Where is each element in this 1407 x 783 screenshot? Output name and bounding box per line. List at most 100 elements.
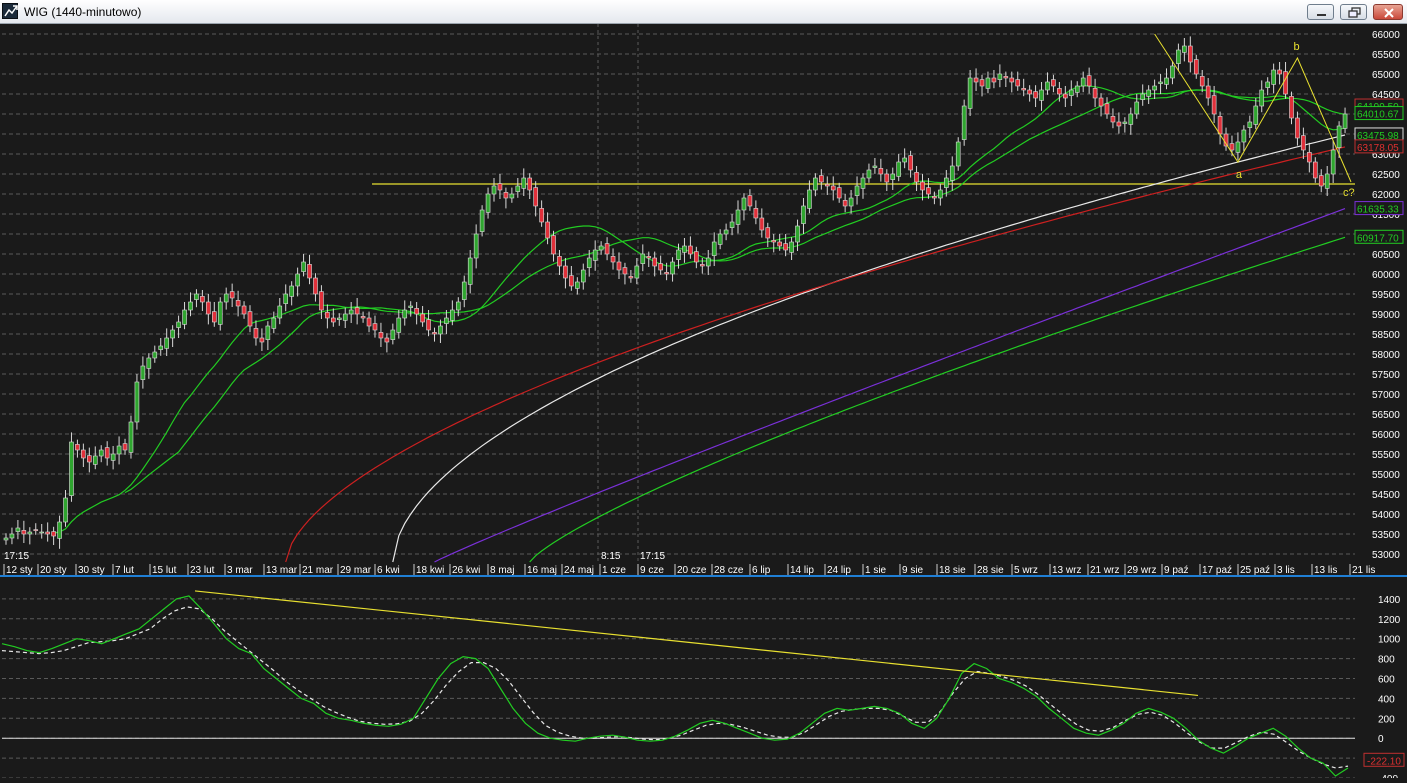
candle-up — [866, 169, 872, 179]
candle-up — [283, 293, 289, 304]
candle-down — [604, 243, 610, 255]
osc-tick-label: 1000 — [1378, 635, 1401, 646]
osc-value-label: -222.10 — [1367, 756, 1401, 767]
candle-up — [592, 249, 598, 261]
candle-down — [432, 332, 437, 335]
candle-down — [104, 447, 110, 459]
candle-down — [1051, 79, 1056, 87]
candle-down — [1063, 93, 1068, 99]
candle-down — [372, 323, 378, 331]
candle-up — [164, 337, 169, 349]
minimize-icon — [1317, 14, 1326, 16]
candle-down — [908, 155, 913, 171]
candle-up — [854, 185, 860, 196]
x-tick-label: 14 lip — [790, 565, 814, 576]
window-title: WIG (1440-minutowo) — [24, 5, 142, 19]
candle-up — [1039, 89, 1044, 101]
candle-down — [1003, 76, 1009, 79]
candle-up — [110, 453, 116, 461]
candle-up — [717, 233, 723, 245]
candle-up — [9, 533, 15, 539]
candle-down — [1116, 121, 1122, 127]
candle-down — [1021, 88, 1026, 91]
y-tick-label: 62500 — [1372, 170, 1400, 181]
candle-down — [1086, 75, 1092, 87]
candle-up — [670, 261, 675, 275]
candle-up — [949, 165, 955, 181]
x-tick-label: 24 maj — [564, 565, 594, 576]
candle-down — [842, 200, 848, 207]
candle-up — [3, 537, 9, 541]
x-tick-label: 13 mar — [266, 565, 298, 576]
y-tick-label: 54000 — [1372, 510, 1400, 521]
time-label: 8:15 — [601, 551, 621, 562]
candle-up — [1182, 45, 1187, 53]
x-tick-label: 23 lut — [190, 565, 215, 576]
close-button[interactable] — [1373, 4, 1403, 20]
candle-up — [438, 325, 443, 335]
value-label: 61635.33 — [1357, 205, 1399, 216]
restore-button[interactable] — [1340, 4, 1367, 20]
candle-up — [1247, 121, 1253, 128]
minimize-button[interactable] — [1307, 4, 1334, 20]
candle-down — [824, 184, 830, 187]
candle-down — [206, 301, 211, 315]
x-tick-label: 9 paź — [1164, 565, 1188, 576]
wave-label: b — [1293, 41, 1299, 53]
candle-up — [402, 309, 408, 319]
candle-down — [426, 319, 431, 331]
candle-down — [753, 208, 759, 219]
candle-down — [229, 291, 235, 299]
candle-down — [1199, 76, 1205, 87]
chart-area[interactable]: 53000 53500 54000 54500 55000 55500 56000 56500… — [0, 24, 1407, 783]
candle-down — [991, 77, 997, 83]
candle-down — [1104, 103, 1110, 115]
x-tick-label: 16 maj — [527, 565, 557, 576]
candle-up — [1045, 81, 1050, 91]
candle-up — [521, 177, 527, 189]
candle-down — [45, 531, 50, 535]
x-tick-label: 29 mar — [340, 565, 372, 576]
chart-app-icon[interactable] — [2, 3, 18, 19]
y-tick-label: 57000 — [1372, 390, 1400, 401]
candle-up — [146, 357, 152, 369]
candle-up — [152, 351, 158, 359]
candle-up — [223, 293, 229, 303]
candle-down — [932, 196, 937, 199]
y-tick-label: 60000 — [1372, 270, 1400, 281]
chart-background — [0, 24, 1407, 778]
candle-up — [711, 241, 717, 256]
x-tick-label: 3 mar — [227, 565, 253, 576]
candle-down — [384, 337, 390, 343]
candle-down — [414, 308, 419, 315]
candle-up — [807, 189, 812, 209]
osc-tick-label: -400 — [1378, 774, 1398, 778]
candle-up — [57, 521, 62, 539]
candle-down — [747, 195, 753, 207]
restore-icon — [1348, 7, 1361, 18]
candle-down — [307, 264, 312, 279]
candle-down — [973, 77, 979, 83]
candle-up — [967, 77, 973, 109]
candle-down — [688, 245, 693, 255]
chart-svg[interactable]: 53000 53500 54000 54500 55000 55500 56000 56500… — [0, 24, 1407, 783]
candle-down — [241, 305, 247, 315]
candle-down — [1092, 88, 1098, 99]
x-tick-label: 13 wrz — [1052, 565, 1081, 576]
candle-up — [348, 309, 354, 315]
candle-down — [1033, 91, 1038, 99]
candle-up — [795, 225, 800, 243]
candle-up — [598, 245, 604, 251]
candle-down — [527, 177, 533, 191]
candle-up — [1342, 113, 1348, 129]
candle-down — [366, 317, 372, 327]
candle-up — [640, 253, 646, 264]
candle-up — [1271, 69, 1276, 85]
candle-down — [914, 172, 919, 183]
candle-up — [456, 301, 461, 311]
candle-up — [1324, 173, 1330, 189]
candle-up — [271, 317, 277, 329]
candle-down — [360, 316, 366, 319]
x-tick-label: 1 cze — [602, 565, 626, 576]
candle-down — [1211, 95, 1217, 115]
